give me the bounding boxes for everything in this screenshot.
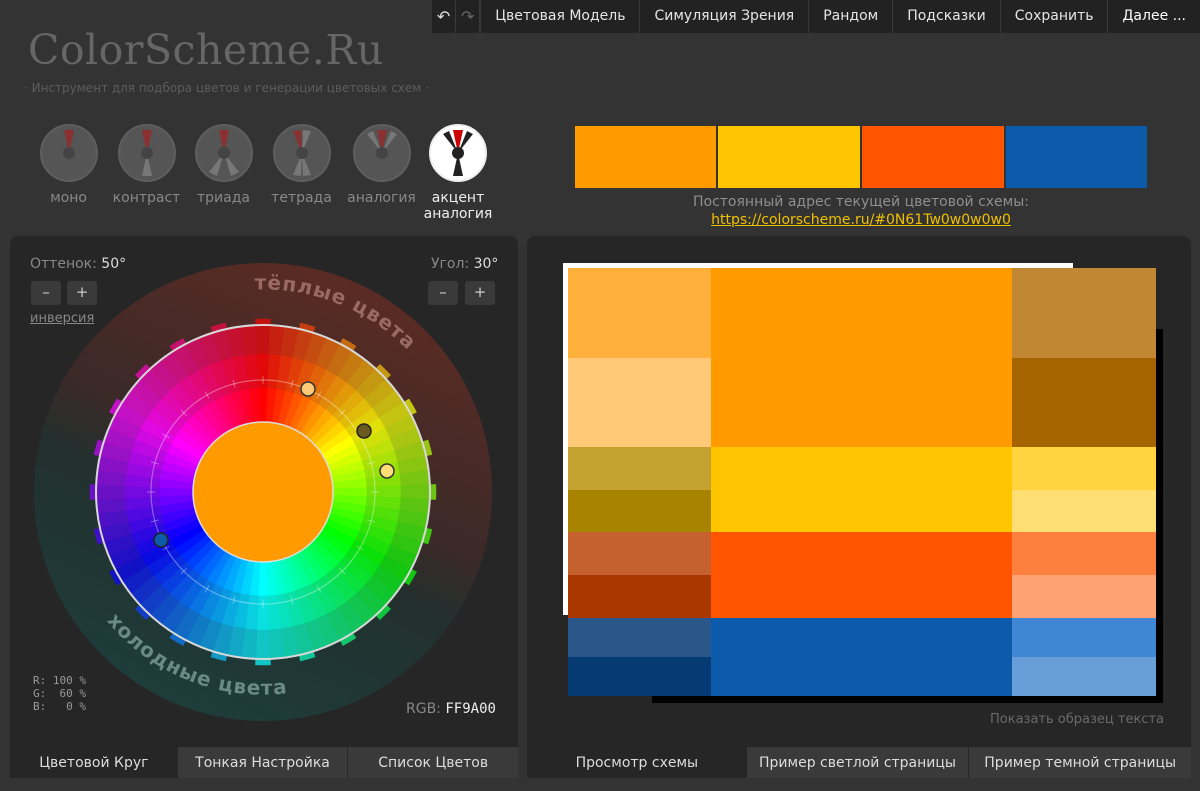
preview-cell-left — [568, 618, 711, 657]
scheme-triad[interactable]: триада — [188, 124, 259, 206]
handle-primary[interactable] — [300, 381, 316, 397]
scheme-tetrad-icon — [272, 124, 331, 182]
scheme-accent-analog[interactable]: акцент аналогия — [421, 124, 495, 222]
handle-analog[interactable] — [379, 463, 395, 479]
center-color-swatch — [192, 421, 334, 563]
scheme-triad-icon — [194, 124, 253, 182]
rgb-hex-readout: RGB: FF9A00 — [406, 701, 496, 717]
scheme-contrast-label: контраст — [112, 190, 181, 206]
color-wheel[interactable]: тёплые цвета холодные цвета — [34, 263, 492, 721]
scheme-analog[interactable]: аналогия — [346, 124, 417, 206]
tab-light-page-example[interactable]: Пример светлой страницы — [746, 747, 970, 778]
scheme-tetrad-label: тетрада — [271, 190, 332, 206]
swatch-primary[interactable] — [575, 126, 716, 188]
menu-hints[interactable]: Подсказки — [892, 0, 1000, 33]
scheme-address-label: Постоянный адрес текущей цветовой схемы: — [692, 194, 1029, 210]
preview-cell-right — [1012, 489, 1156, 532]
left-tabs: Цветовой Круг Тонкая Настройка Список Цв… — [10, 747, 519, 778]
menu-random[interactable]: Рандом — [808, 0, 892, 33]
preview-cell-right — [1012, 268, 1156, 358]
scheme-triad-label: триада — [197, 190, 250, 206]
top-menu-bar: ↶ ↷ Цветовая Модель Симуляция Зрения Ран… — [432, 0, 1200, 33]
menu-color-model[interactable]: Цветовая Модель — [480, 0, 639, 33]
preview-cell-left — [568, 268, 711, 358]
preview-cell-left — [568, 575, 711, 618]
scheme-mono[interactable]: моно — [33, 124, 104, 206]
preview-cell-left — [568, 657, 711, 696]
rgb-percent-readout: R: 100 % G: 60 % B: 0 % — [33, 674, 86, 713]
scheme-mono-label: моно — [50, 190, 87, 206]
preview-cell-right — [1012, 447, 1156, 490]
menu-vision-simulation[interactable]: Симуляция Зрения — [639, 0, 808, 33]
swatch-secondary-2[interactable] — [862, 126, 1004, 188]
preview-cell-left — [568, 357, 711, 447]
swatch-secondary-1[interactable] — [718, 126, 860, 188]
tab-dark-page-example[interactable]: Пример темной страницы — [969, 747, 1192, 778]
preview-cell-left — [568, 489, 711, 532]
swatch-complement[interactable] — [1006, 126, 1147, 188]
scheme-tetrad[interactable]: тетрада — [266, 124, 337, 206]
preview-cell-left — [568, 532, 711, 575]
preview-cell-right — [1012, 618, 1156, 657]
preview-cell-left — [568, 447, 711, 490]
redo-icon[interactable]: ↷ — [456, 0, 481, 33]
preview-cell-main — [711, 532, 1012, 618]
preview-cell-right — [1012, 657, 1156, 696]
scheme-preview-grid — [568, 268, 1156, 696]
rgb-label: RGB: — [406, 701, 441, 717]
scheme-contrast-icon — [117, 124, 176, 182]
preview-cell-right — [1012, 532, 1156, 575]
menu-save[interactable]: Сохранить — [999, 0, 1108, 33]
undo-icon[interactable]: ↶ — [432, 0, 457, 33]
handle-complement[interactable] — [153, 532, 169, 548]
scheme-mono-icon — [39, 124, 98, 182]
right-tabs: Просмотр схемы Пример светлой страницы П… — [527, 747, 1192, 778]
tab-fine-tuning[interactable]: Тонкая Настройка — [177, 747, 349, 778]
tagline: · Инструмент для подбора цветов и генера… — [24, 81, 429, 95]
scheme-contrast[interactable]: контраст — [111, 124, 182, 206]
scheme-address-link[interactable]: https://colorscheme.ru/#0N61Tw0w0w0w0 — [575, 212, 1147, 228]
preview-cell-right — [1012, 357, 1156, 447]
tab-scheme-preview[interactable]: Просмотр схемы — [527, 747, 747, 778]
preview-cell-main — [711, 447, 1012, 532]
preview-cell-main — [711, 618, 1012, 696]
preview-cell-main — [711, 268, 1012, 447]
scheme-accent-analog-icon — [429, 124, 487, 182]
show-text-sample-link[interactable]: Показать образец текста — [990, 712, 1164, 727]
scheme-analog-label: аналогия — [347, 190, 416, 206]
menu-more[interactable]: Далее ... — [1107, 0, 1200, 33]
site-logo[interactable]: ColorScheme.Ru — [28, 26, 384, 74]
handle-accent[interactable] — [356, 423, 372, 439]
tab-color-list[interactable]: Список Цветов — [348, 747, 519, 778]
scheme-accent-analog-label: акцент аналогия — [423, 190, 493, 222]
tab-color-wheel[interactable]: Цветовой Круг — [10, 747, 178, 778]
scheme-analog-icon — [352, 124, 411, 182]
preview-cell-right — [1012, 575, 1156, 618]
rgb-hex-value: FF9A00 — [445, 701, 496, 717]
